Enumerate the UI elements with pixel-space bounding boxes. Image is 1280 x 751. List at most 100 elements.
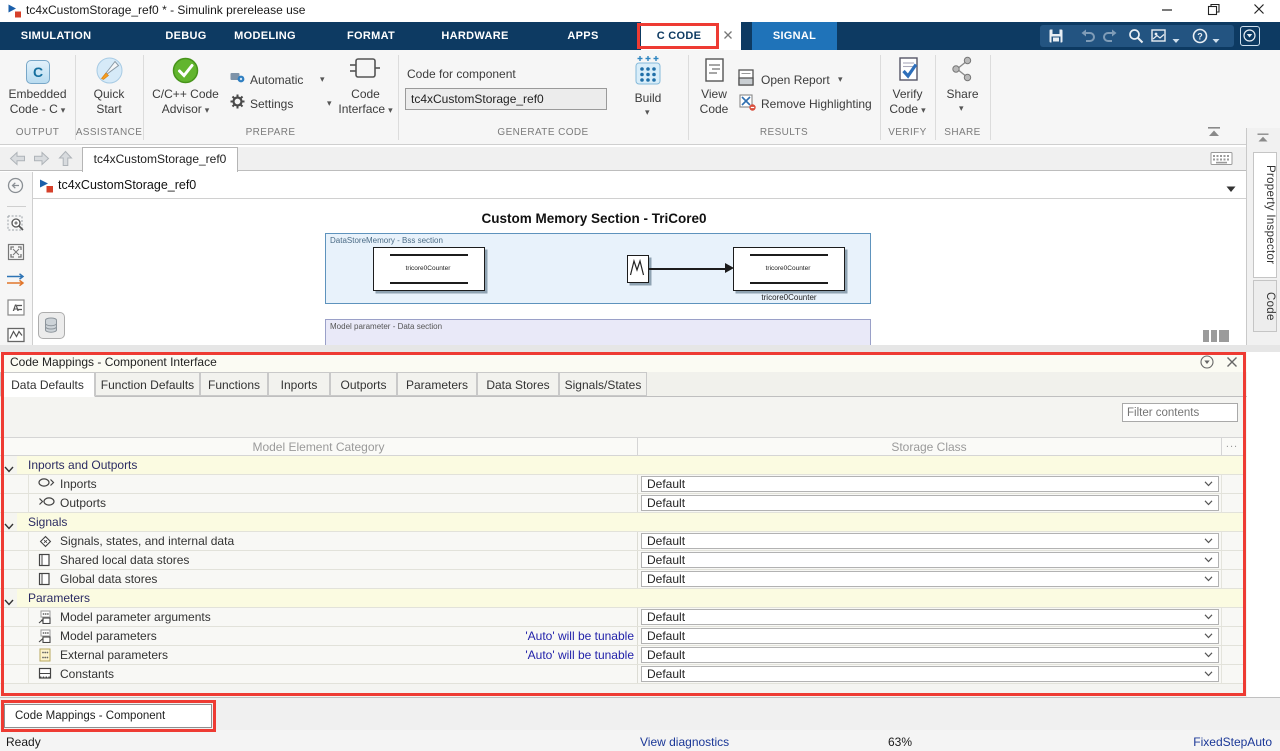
row-model-parameter-arguments[interactable]: Model parameter arguments Default	[0, 608, 1243, 627]
share-icon[interactable]	[950, 56, 975, 86]
view-code-button[interactable]: View	[692, 87, 736, 101]
share-button[interactable]: Share	[935, 87, 990, 101]
close-button[interactable]	[1244, 3, 1274, 18]
group-row-signals[interactable]: Signals	[0, 513, 1243, 532]
collapse-group-icon[interactable]	[4, 595, 14, 609]
storage-class-select[interactable]: Default	[641, 476, 1219, 492]
code-interface-button[interactable]: Code	[328, 87, 403, 101]
back-icon[interactable]	[9, 151, 26, 169]
row-inports[interactable]: Inports Default	[0, 475, 1243, 494]
storage-class-select[interactable]: Default	[641, 571, 1219, 587]
row-model-parameters[interactable]: Model parameters 'Auto' will be tunable …	[0, 627, 1243, 646]
column-model-element-category[interactable]: Model Element Category	[0, 440, 637, 454]
automatic-dropdown[interactable]: Automatic	[250, 73, 303, 87]
verify-code-icon[interactable]	[896, 56, 921, 86]
storage-class-select[interactable]: Default	[641, 495, 1219, 511]
embedded-code-button[interactable]: Embedded	[0, 87, 75, 101]
data-section-region[interactable]: Model parameter - Data section	[325, 319, 871, 345]
tab-signal[interactable]: SIGNAL	[752, 22, 837, 50]
data-store-write-block[interactable]: tricore0Counter	[733, 247, 845, 291]
redo-icon[interactable]	[1102, 28, 1120, 47]
minimize-toolstrip-icon[interactable]	[1240, 26, 1260, 46]
verify-code-button[interactable]: Verify	[880, 87, 935, 101]
keyboard-icon[interactable]	[1210, 151, 1233, 169]
tab-function-defaults[interactable]: Function Defaults	[95, 372, 200, 396]
collapse-ribbon-icon[interactable]	[1206, 126, 1222, 141]
tab-hardware[interactable]: HARDWARE	[436, 22, 514, 50]
row-outports[interactable]: Outports Default	[0, 494, 1243, 513]
search-icon[interactable]	[1128, 28, 1144, 47]
collapse-group-icon[interactable]	[4, 462, 14, 476]
row-shared-local-data-stores[interactable]: Shared local data stores Default	[0, 551, 1243, 570]
canvas-handle[interactable]	[1203, 330, 1209, 342]
annotation-icon[interactable]: A	[7, 299, 25, 319]
code-mappings-minimized-button[interactable]: Code Mappings - Component Interface	[4, 704, 212, 728]
quick-start-icon[interactable]	[96, 57, 123, 87]
collapse-group-icon[interactable]	[4, 519, 14, 533]
panel-close-icon[interactable]	[1226, 356, 1238, 371]
collapse-panel-icon[interactable]	[1256, 132, 1270, 146]
tab-modeling[interactable]: MODELING	[226, 22, 304, 50]
scope-viewer-icon[interactable]	[7, 327, 25, 346]
row-signals-states[interactable]: Signals, states, and internal data Defau…	[0, 532, 1243, 551]
storage-class-select[interactable]: Default	[641, 666, 1219, 682]
tab-format[interactable]: FORMAT	[336, 22, 406, 50]
model-document-tab[interactable]: tc4xCustomStorage_ref0	[82, 147, 238, 172]
column-more[interactable]: ...	[1221, 438, 1243, 450]
restore-button[interactable]	[1198, 3, 1228, 19]
embedded-code-icon[interactable]: C	[26, 60, 50, 84]
breadcrumb[interactable]: tc4xCustomStorage_ref0	[58, 172, 196, 199]
data-store-badge-button[interactable]	[38, 312, 65, 339]
group-row-parameters[interactable]: Parameters	[0, 589, 1243, 608]
build-icon[interactable]	[634, 55, 662, 89]
settings-dropdown[interactable]: Settings	[250, 97, 293, 111]
signal-line[interactable]	[649, 268, 729, 270]
code-advisor-icon[interactable]	[172, 57, 199, 87]
column-storage-class[interactable]: Storage Class	[637, 440, 1221, 454]
undo-icon[interactable]	[1078, 28, 1096, 47]
fit-to-view-icon[interactable]	[7, 243, 25, 264]
view-diagnostics-link[interactable]: View diagnostics	[640, 735, 729, 749]
data-store-memory-block[interactable]: tricore0Counter	[373, 247, 485, 291]
breadcrumb-dropdown-icon[interactable]	[1226, 182, 1236, 196]
component-name-input[interactable]	[405, 88, 607, 110]
tab-data-stores[interactable]: Data Stores	[477, 372, 559, 396]
tab-signals-states[interactable]: Signals/States	[559, 372, 647, 396]
storage-class-select[interactable]: Default	[641, 628, 1219, 644]
tab-outports[interactable]: Outports	[330, 372, 397, 396]
tab-functions[interactable]: Functions	[200, 372, 268, 396]
code-interface-icon[interactable]	[348, 56, 381, 86]
signal-routing-icon[interactable]	[6, 272, 26, 290]
open-report-dropdown[interactable]: Open Report	[761, 73, 830, 87]
tab-property-inspector[interactable]: Property Inspector	[1253, 152, 1277, 278]
tab-parameters[interactable]: Parameters	[397, 372, 477, 396]
quick-start-button[interactable]: Quick	[75, 87, 143, 101]
tab-simulation[interactable]: SIMULATION	[14, 22, 98, 50]
row-global-data-stores[interactable]: Global data stores Default	[0, 570, 1243, 589]
code-advisor-button[interactable]: C/C++ Code	[143, 87, 228, 101]
hide-explorer-icon[interactable]	[7, 177, 24, 197]
zoom-region-icon[interactable]	[7, 215, 26, 237]
panel-minimize-icon[interactable]	[1200, 355, 1214, 372]
up-icon[interactable]	[58, 150, 73, 170]
tab-code[interactable]: Code	[1253, 280, 1277, 332]
row-constants[interactable]: Constants Default	[0, 665, 1243, 684]
save-icon[interactable]	[1048, 28, 1064, 47]
help-icon[interactable]: ?	[1192, 28, 1208, 47]
forward-icon[interactable]	[33, 151, 50, 169]
model-canvas[interactable]: Custom Memory Section - TriCore0 DataSto…	[34, 199, 1246, 345]
export-image-icon[interactable]	[1151, 29, 1168, 46]
tab-apps[interactable]: APPS	[556, 22, 610, 50]
view-code-icon[interactable]	[703, 57, 726, 87]
tab-inports[interactable]: Inports	[268, 372, 330, 396]
export-dropdown-icon[interactable]	[1172, 33, 1180, 47]
tab-c-code[interactable]: C CODE	[641, 22, 717, 50]
minimize-button[interactable]	[1152, 3, 1182, 18]
horizontal-splitter[interactable]	[0, 345, 1280, 352]
tab-debug[interactable]: DEBUG	[150, 22, 222, 50]
row-external-parameters[interactable]: External parameters 'Auto' will be tunab…	[0, 646, 1243, 665]
signal-source-block[interactable]	[627, 255, 649, 283]
help-dropdown-icon[interactable]	[1212, 33, 1220, 47]
group-row-inports-outports[interactable]: Inports and Outports	[0, 456, 1243, 475]
storage-class-select[interactable]: Default	[641, 609, 1219, 625]
